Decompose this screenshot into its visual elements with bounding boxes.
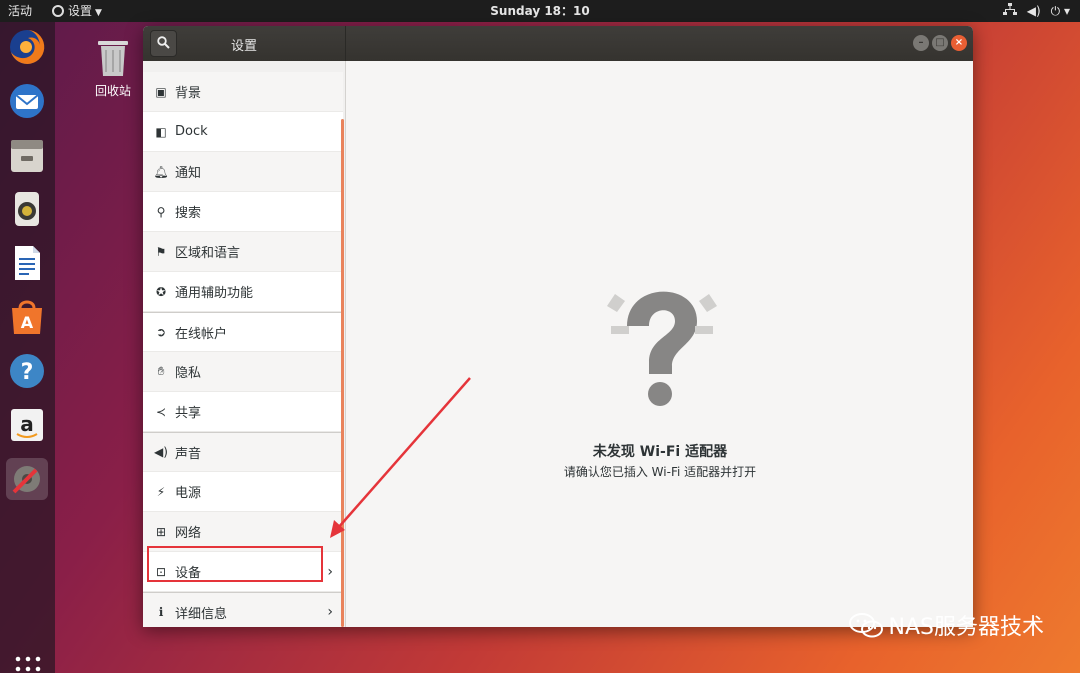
sidebar-item-dock[interactable]: ◧ Dock — [143, 112, 343, 152]
volume-icon[interactable]: ◀) — [1027, 3, 1041, 19]
power-icon[interactable]: ⏻ ▾ — [1051, 3, 1070, 19]
sidebar-scrollbar[interactable] — [341, 119, 344, 627]
sidebar-item-label: 声音 — [175, 446, 202, 462]
chevron-right-icon: › — [327, 604, 333, 620]
sidebar-item-region[interactable]: ⚑ 区域和语言 — [143, 232, 343, 272]
chevron-right-icon: › — [327, 563, 333, 580]
settings-window: 设置 – □ × ▣ 背景 ◧ Dock 🔔︎ 通知 ⚲ 搜索 ⚑ 区域和语言 — [143, 26, 973, 627]
sidebar-item-label: 设备 — [175, 566, 202, 581]
share-icon: ≺ — [155, 404, 167, 419]
watermark-text: NAS服务器技术 — [888, 615, 1044, 640]
sidebar-item-online-accounts[interactable]: ➲ 在线帐户 — [143, 312, 343, 352]
maximize-button[interactable]: □ — [932, 35, 948, 51]
dock: A ? a — [0, 22, 55, 673]
sidebar-item-network[interactable]: ⊞ 网络 — [143, 512, 343, 552]
sidebar-item-label: 网络 — [175, 526, 202, 541]
sidebar-item-notifications[interactable]: 🔔︎ 通知 — [143, 152, 343, 192]
svg-text:A: A — [21, 313, 34, 332]
help-icon[interactable]: ? — [6, 350, 48, 392]
window-controls: – □ × — [913, 35, 967, 51]
sidebar-item-power[interactable]: ⚡︎ 电源 — [143, 472, 343, 512]
sidebar-item-details[interactable]: ℹ 详细信息 › — [143, 592, 343, 627]
search-button[interactable] — [150, 30, 177, 57]
writer-icon[interactable] — [6, 242, 48, 284]
settings-sidebar: ▣ 背景 ◧ Dock 🔔︎ 通知 ⚲ 搜索 ⚑ 区域和语言 ✪ 通用辅助功能 … — [143, 61, 346, 627]
region-icon: ⚑ — [155, 244, 167, 259]
question-mark-icon — [607, 291, 717, 406]
network-icon[interactable] — [1002, 2, 1017, 20]
files-icon[interactable] — [6, 134, 48, 176]
watermark: NAS服务器技术 — [848, 609, 1044, 641]
top-bar: 活动 设置 ▼ Sunday 18：10 ◀) ⏻ ▾ — [0, 0, 1080, 22]
devices-icon: ⊡ — [155, 564, 167, 579]
minimize-button[interactable]: – — [913, 35, 929, 51]
sidebar-item-label: 区域和语言 — [175, 246, 241, 261]
privacy-hand-icon: ✋︎ — [157, 364, 165, 378]
sidebar-item-label: 电源 — [175, 486, 202, 501]
online-accounts-icon: ➲ — [155, 325, 167, 339]
trash-icon — [98, 41, 128, 76]
sidebar-item-search[interactable]: ⚲ 搜索 — [143, 192, 343, 232]
svg-text:?: ? — [21, 360, 34, 385]
sidebar-item-background[interactable]: ▣ 背景 — [143, 72, 343, 112]
search-icon: ⚲ — [156, 204, 166, 219]
sidebar-item-sound[interactable]: ◀) 声音 — [143, 432, 343, 472]
sidebar-item-sharing[interactable]: ≺ 共享 — [143, 392, 343, 432]
sidebar-item-devices[interactable]: ⊡ 设备 › — [143, 552, 343, 592]
window-title: 设置 — [231, 39, 258, 54]
close-button[interactable]: × — [951, 35, 967, 51]
sidebar-item-privacy[interactable]: ✋︎ 隐私 — [143, 352, 343, 392]
system-tray[interactable]: ◀) ⏻ ▾ — [1002, 2, 1070, 20]
svg-text:a: a — [20, 412, 34, 436]
sidebar-item-label: 在线帐户 — [175, 326, 228, 342]
sidebar-item-label: 搜索 — [175, 206, 202, 221]
sidebar-item-label: Dock — [175, 124, 208, 139]
sound-icon: ◀) — [154, 445, 168, 459]
header-bar: 设置 – □ × — [143, 26, 973, 61]
show-apps-icon[interactable] — [14, 655, 42, 673]
sidebar-item-label: 详细信息 — [175, 606, 228, 622]
rhythmbox-icon[interactable] — [6, 188, 48, 230]
clock[interactable]: Sunday 18：10 — [0, 3, 1080, 19]
bell-icon: 🔔︎ — [153, 164, 169, 179]
empty-state-subtitle: 请确认您已插入 Wi-Fi 适配器并打开 — [563, 465, 757, 479]
search-icon — [157, 36, 170, 49]
sidebar-item-label: 通知 — [175, 166, 202, 181]
thunderbird-icon[interactable] — [6, 80, 48, 122]
dock-icon: ◧ — [155, 124, 167, 139]
accessibility-icon: ✪ — [155, 284, 167, 299]
power-plug-icon: ⚡︎ — [156, 484, 166, 499]
software-icon[interactable]: A — [6, 296, 48, 338]
sidebar-item-label: 背景 — [175, 86, 202, 101]
sidebar-item-accessibility[interactable]: ✪ 通用辅助功能 — [143, 272, 343, 312]
trash-desktop-icon[interactable]: 回收站 — [88, 36, 138, 99]
wechat-logo-icon — [848, 613, 883, 638]
info-icon: ℹ — [158, 605, 164, 619]
settings-icon[interactable] — [6, 458, 48, 500]
wifi-panel: 未发现 Wi-Fi 适配器 请确认您已插入 Wi-Fi 适配器并打开 — [347, 61, 973, 627]
background-icon: ▣ — [155, 84, 167, 99]
header-left: 设置 — [143, 26, 346, 61]
trash-label: 回收站 — [94, 84, 131, 98]
empty-state-title: 未发现 Wi-Fi 适配器 — [592, 444, 728, 460]
firefox-icon[interactable] — [6, 26, 48, 68]
sidebar-item-label: 隐私 — [175, 366, 202, 381]
network-icon: ⊞ — [155, 524, 167, 539]
sidebar-item-label: 通用辅助功能 — [175, 286, 254, 301]
sidebar-item-label: 共享 — [175, 406, 202, 421]
amazon-icon[interactable]: a — [6, 404, 48, 446]
